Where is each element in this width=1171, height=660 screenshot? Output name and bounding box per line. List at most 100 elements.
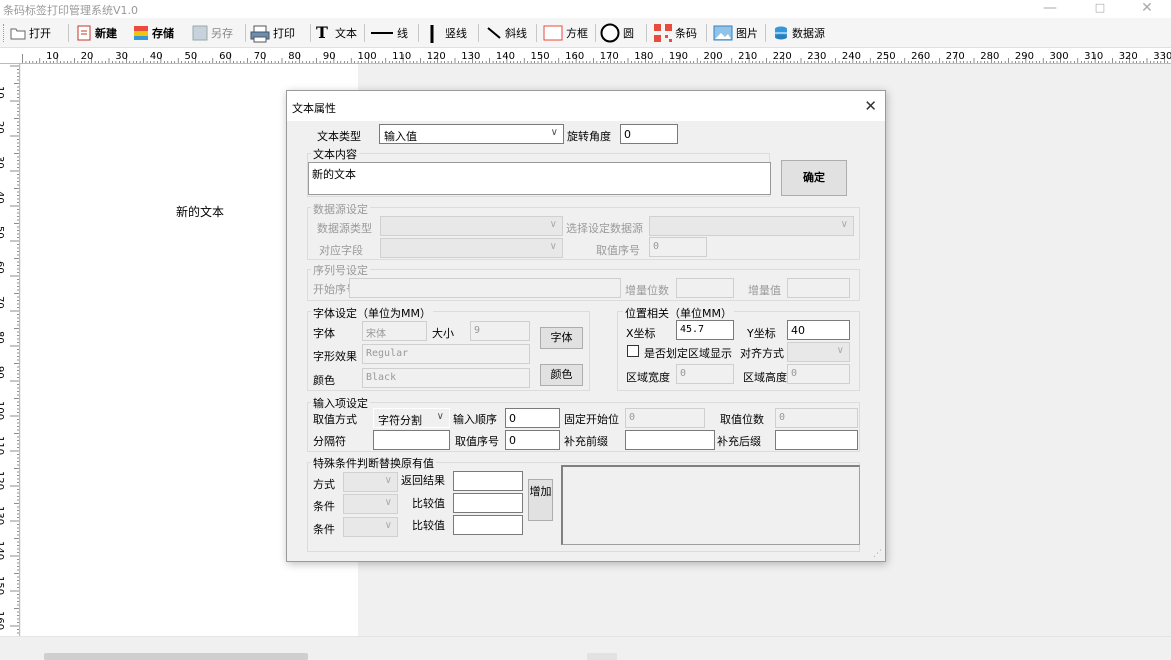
chevron-down-icon: ∨ — [836, 345, 844, 356]
cmp2-label: 比较值 — [412, 519, 445, 532]
close-window-button[interactable]: ✕ — [1127, 0, 1167, 18]
ruler-label: 330 — [1153, 51, 1171, 62]
ds-index-input[interactable]: 0 — [649, 237, 707, 257]
align-select[interactable]: ∨ — [787, 342, 850, 362]
font-input[interactable]: 宋体 — [362, 321, 427, 341]
diagonal-tool-button[interactable]: 斜线 — [486, 21, 527, 45]
y-input[interactable]: 40 — [787, 320, 850, 340]
way-select[interactable]: ∨ — [343, 472, 398, 492]
font-button[interactable]: 字体 — [540, 327, 583, 349]
add-button[interactable]: 增加 — [528, 479, 553, 521]
scrollbar-thumb[interactable] — [587, 653, 617, 660]
ds-select[interactable]: ∨ — [649, 216, 854, 236]
chevron-down-icon: ∨ — [384, 520, 392, 531]
vertical-ruler-ticks: 10 20 30 40 50 60 70 80 90 100 110 120 130 140 150 160 — [0, 65, 19, 634]
ruler-label: 220 — [773, 51, 792, 62]
ok-button[interactable]: 确定 — [781, 160, 847, 196]
ruler-label: 260 — [911, 51, 930, 62]
mode-select[interactable]: 字符分割 ∨ — [373, 408, 450, 428]
inc-digits-input[interactable] — [676, 278, 734, 298]
rotate-input[interactable]: 0 — [620, 124, 678, 144]
height-label: 区域高度 — [743, 371, 787, 384]
datasource-button[interactable]: 数据源 — [773, 21, 825, 45]
prefix-input[interactable] — [625, 430, 715, 450]
vline-tool-button[interactable]: 竖线 — [428, 21, 467, 45]
ruler-label: 10 — [46, 51, 59, 62]
cond2-select[interactable]: ∨ — [343, 517, 398, 537]
digits-input[interactable]: 0 — [775, 408, 858, 428]
new-button[interactable]: 新建 — [76, 21, 117, 45]
cond2-label: 条件 — [313, 523, 335, 536]
fixed-start-label: 固定开始位 — [564, 413, 619, 426]
printer-icon — [250, 25, 270, 43]
style-label: 字形效果 — [313, 350, 357, 363]
ruler-label: 130 — [0, 506, 5, 525]
maximize-button[interactable]: □ — [1080, 0, 1120, 18]
dialog-title: 文本属性 — [292, 102, 336, 115]
field-label: 对应字段 — [319, 244, 363, 257]
start-input[interactable] — [349, 278, 621, 298]
cmp2-input[interactable] — [453, 515, 523, 535]
ruler-label: 30 — [0, 156, 5, 169]
ruler-label: 150 — [531, 51, 550, 62]
horizontal-scrollbar[interactable] — [44, 653, 308, 660]
window-title: 条码标签打印管理系统V1.0 — [3, 4, 139, 17]
text-type-select[interactable]: 输入值 ∨ — [379, 124, 564, 144]
minimize-button[interactable]: — — [1030, 0, 1070, 18]
x-input[interactable]: 45.7 — [676, 320, 734, 340]
save-button[interactable]: 存储 — [133, 21, 174, 45]
prefix-label: 补充前缀 — [564, 435, 608, 448]
circle-tool-button[interactable]: 圆 — [600, 21, 634, 45]
open-button[interactable]: 打开 — [10, 21, 51, 45]
dialog-titlebar: 文本属性 ✕ — [287, 91, 885, 121]
inc-value-input[interactable] — [787, 278, 850, 298]
image-tool-button[interactable]: 图片 — [713, 21, 758, 45]
ruler-label: 20 — [81, 51, 94, 62]
content-input[interactable]: 新的文本 — [308, 162, 771, 195]
return-input[interactable] — [453, 471, 523, 491]
field-select[interactable]: ∨ — [380, 238, 563, 258]
text-tool-button[interactable]: T 文本 — [316, 21, 357, 45]
save-as-button[interactable]: 另存 — [192, 21, 233, 45]
rectangle-icon — [543, 25, 563, 41]
ruler-label: 60 — [219, 51, 232, 62]
ruler-label: 70 — [254, 51, 267, 62]
sep-input[interactable] — [373, 430, 450, 450]
region-checkbox[interactable] — [627, 345, 639, 357]
ruler-label: 190 — [669, 51, 688, 62]
style-input[interactable]: Regular — [362, 344, 530, 364]
chevron-down-icon: ∨ — [384, 475, 392, 486]
conditions-list[interactable] — [561, 465, 860, 545]
canvas-text-element[interactable]: 新的文本 — [176, 203, 224, 220]
ruler-label: 110 — [392, 51, 411, 62]
dialog-close-button[interactable]: ✕ — [864, 97, 877, 115]
folder-icon — [10, 25, 26, 41]
ruler-label: 210 — [738, 51, 757, 62]
chevron-down-icon: ∨ — [549, 241, 557, 252]
order-input[interactable]: 0 — [505, 408, 560, 428]
index2-input[interactable]: 0 — [505, 430, 560, 450]
text-properties-dialog: 文本属性 ✕ 文本类型 输入值 ∨ 旋转角度 0 文本内容 新的文本 确定 数据源… — [286, 90, 886, 562]
toolbar: 打开 新建 存储 另存 打印 T 文本 线 竖线 斜线 方框 圆 条码 图片 数… — [0, 18, 1171, 48]
size-input[interactable]: 9 — [470, 321, 530, 341]
cond1-select[interactable]: ∨ — [343, 494, 398, 514]
fixed-start-input[interactable]: 0 — [625, 408, 705, 428]
width-input[interactable]: 0 — [676, 364, 734, 384]
rect-tool-button[interactable]: 方框 — [543, 21, 588, 45]
ruler-label: 50 — [185, 51, 198, 62]
cmp1-input[interactable] — [453, 493, 523, 513]
position-group-title: 位置相关（单位MM） — [623, 305, 734, 321]
suffix-input[interactable] — [775, 430, 858, 450]
resize-grip-icon[interactable]: ⋰ — [873, 549, 882, 559]
ruler-label: 10 — [0, 86, 5, 99]
line-tool-button[interactable]: 线 — [370, 21, 408, 45]
index2-label: 取值序号 — [455, 435, 499, 448]
y-label: Y坐标 — [747, 327, 776, 340]
color-button[interactable]: 颜色 — [540, 364, 583, 386]
color-input[interactable]: Black — [362, 368, 530, 388]
horizontal-ruler-ticks: 10 20 30 40 50 60 70 80 90 100 110 120 130 140 150 160 1… — [22, 51, 1171, 63]
height-input[interactable]: 0 — [787, 364, 850, 384]
print-button[interactable]: 打印 — [250, 21, 295, 45]
ds-type-select[interactable]: ∨ — [380, 216, 563, 236]
barcode-tool-button[interactable]: 条码 — [654, 21, 697, 45]
